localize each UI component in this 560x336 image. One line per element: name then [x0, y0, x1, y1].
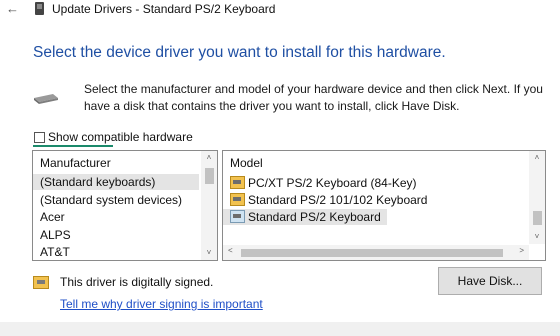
scroll-up-icon[interactable]: ˄ — [529, 153, 545, 162]
manufacturer-item[interactable]: (Standard system devices) — [33, 192, 182, 208]
model-vertical-scrollbar[interactable]: ˄ ˅ — [529, 151, 545, 244]
page-heading: Select the device driver you want to ins… — [33, 44, 446, 61]
model-item[interactable]: Standard PS/2 101/102 Keyboard — [223, 192, 427, 208]
driver-signing-link[interactable]: Tell me why driver signing is important — [60, 297, 263, 311]
hardware-card-icon — [34, 94, 58, 104]
driver-icon — [230, 193, 245, 206]
window-title: Update Drivers - Standard PS/2 Keyboard — [52, 2, 276, 16]
checkbox-label: Show compatible hardware — [48, 130, 193, 144]
manufacturer-item[interactable]: (Standard keyboards) — [33, 174, 199, 190]
footer-bar — [0, 322, 560, 336]
manufacturer-list[interactable]: Manufacturer (Standard keyboards) (Stand… — [32, 150, 218, 261]
checkbox-box[interactable] — [34, 131, 45, 143]
signed-driver-icon — [33, 276, 49, 289]
driver-icon — [230, 176, 245, 189]
manufacturer-column-header: Manufacturer — [40, 156, 111, 170]
scroll-right-icon[interactable]: > — [519, 246, 524, 255]
keyboard-device-icon — [35, 2, 44, 15]
horizontal-scroll-thumb[interactable] — [241, 249, 503, 257]
signed-status-text: This driver is digitally signed. — [60, 275, 214, 289]
scroll-thumb[interactable] — [205, 168, 214, 184]
instructions-text: Select the manufacturer and model of you… — [84, 82, 543, 113]
scroll-up-icon[interactable]: ˄ — [201, 153, 217, 162]
scroll-down-icon[interactable]: ˅ — [529, 232, 545, 241]
scroll-thumb[interactable] — [533, 211, 542, 225]
have-disk-button[interactable]: Have Disk... — [438, 267, 542, 295]
back-arrow-icon[interactable]: ← — [6, 1, 19, 16]
model-item[interactable]: Standard PS/2 Keyboard — [223, 209, 387, 225]
manufacturer-item[interactable]: ALPS — [33, 227, 71, 243]
scroll-left-icon[interactable]: < — [228, 246, 233, 255]
manufacturer-item[interactable]: Acer — [33, 209, 65, 225]
model-list[interactable]: Model PC/XT PS/2 Keyboard (84-Key) Stand… — [222, 150, 546, 261]
focus-indicator — [33, 145, 113, 147]
model-item[interactable]: PC/XT PS/2 Keyboard (84-Key) — [223, 175, 417, 191]
manufacturer-vertical-scrollbar[interactable]: ˄ ˅ — [201, 151, 217, 260]
show-compatible-hardware-checkbox[interactable]: Show compatible hardware — [34, 129, 193, 145]
model-column-header: Model — [230, 156, 263, 170]
driver-icon — [230, 210, 245, 223]
manufacturer-item[interactable]: AT&T — [33, 244, 70, 260]
scroll-down-icon[interactable]: ˅ — [201, 248, 217, 257]
model-horizontal-scrollbar[interactable]: < > — [223, 245, 529, 260]
